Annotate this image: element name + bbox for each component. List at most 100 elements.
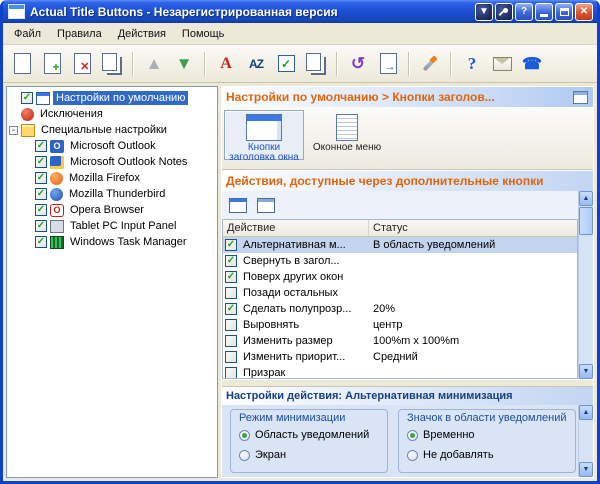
table-row[interactable]: ✓ Сделать полупрозр... 20% bbox=[223, 301, 577, 317]
firefox-icon bbox=[50, 171, 63, 185]
tree-checkbox[interactable]: ✓ bbox=[35, 156, 47, 168]
actions-scrollbar[interactable]: ▲ ▼ bbox=[578, 191, 593, 379]
table-row[interactable]: Изменить приорит... Средний bbox=[223, 349, 577, 365]
action-checkbox[interactable] bbox=[225, 367, 237, 378]
tree-checkbox[interactable]: ✓ bbox=[35, 172, 47, 184]
close-button[interactable]: ✕ bbox=[575, 2, 593, 21]
scroll-thumb[interactable] bbox=[579, 207, 593, 235]
menu-item-2[interactable]: Правила bbox=[49, 25, 110, 43]
window-controls: ▼? ✕ bbox=[473, 2, 593, 21]
status-cell: Средний bbox=[373, 351, 418, 363]
arrow-down-icon: ▼ bbox=[175, 53, 193, 73]
radio-option[interactable]: Временно bbox=[407, 425, 567, 445]
move-down-button[interactable]: ▼ bbox=[169, 49, 199, 79]
radio-button[interactable] bbox=[239, 429, 250, 441]
table-row[interactable]: Выровнять центр bbox=[223, 317, 577, 333]
action-checkbox[interactable]: ✓ bbox=[225, 255, 237, 267]
tree-expander bbox=[9, 94, 18, 103]
tree-item[interactable]: ✓ Tablet PC Input Panel bbox=[7, 218, 217, 234]
sheet-icon bbox=[13, 53, 31, 74]
table-row[interactable]: Призрак bbox=[223, 365, 577, 378]
scroll-down-button[interactable]: ▼ bbox=[579, 364, 593, 379]
tree-checkbox[interactable]: ✓ bbox=[35, 140, 47, 152]
radio-option[interactable]: Не добавлять bbox=[407, 445, 567, 465]
minimize-button[interactable] bbox=[535, 2, 553, 21]
add-rule-button[interactable]: + bbox=[37, 49, 67, 79]
tree-item[interactable]: ✓ O Microsoft Outlook bbox=[7, 138, 217, 154]
app-icon[interactable] bbox=[8, 4, 25, 19]
pin-button[interactable] bbox=[495, 2, 513, 21]
tree-checkbox[interactable]: ✓ bbox=[35, 236, 47, 248]
copy-settings-button[interactable] bbox=[301, 49, 331, 79]
apply-settings-button[interactable]: ✓ bbox=[271, 49, 301, 79]
help-button[interactable]: ? bbox=[457, 49, 487, 79]
table-row[interactable]: Изменить размер 100%m x 100%m bbox=[223, 333, 577, 349]
action-checkbox[interactable] bbox=[225, 319, 237, 331]
menu-item-3[interactable]: Действия bbox=[110, 25, 174, 43]
actions-table[interactable]: Действие Статус ✓ Альтернативная м... В обл… bbox=[222, 219, 578, 379]
tree-checkbox[interactable]: ✓ bbox=[35, 220, 47, 232]
table-row[interactable]: ✓ Поверх других окон bbox=[223, 269, 577, 285]
rules-tree[interactable]: ✓ Настройки по умолчанию Исключения - Специа… bbox=[6, 86, 218, 478]
tree-item-label: Mozilla Thunderbird bbox=[69, 188, 166, 200]
title-bar[interactable]: Actual Title Buttons - Незарегистрирован… bbox=[3, 0, 597, 23]
help-title-button[interactable]: ? bbox=[515, 2, 533, 21]
scroll-up-button[interactable]: ▲ bbox=[579, 405, 593, 420]
support-button[interactable]: ☎ bbox=[517, 49, 547, 79]
action-checkbox[interactable]: ✓ bbox=[225, 271, 237, 283]
undo-button[interactable]: ↺ bbox=[343, 49, 373, 79]
scroll-down-button[interactable]: ▼ bbox=[579, 462, 593, 477]
move-up-button[interactable]: ▲ bbox=[139, 49, 169, 79]
menu-item-4[interactable]: Помощь bbox=[174, 25, 233, 43]
radio-option[interactable]: Экран bbox=[239, 445, 379, 465]
panel-menu-button[interactable] bbox=[572, 90, 589, 105]
tab-window-menu[interactable]: Оконное меню bbox=[307, 110, 387, 160]
sort-az-button[interactable]: AZ bbox=[241, 49, 271, 79]
action-checkbox[interactable]: ✓ bbox=[225, 303, 237, 315]
breadcrumb: Настройки по умолчанию > Кнопки заголов.… bbox=[226, 90, 495, 104]
maximize-button[interactable] bbox=[555, 2, 573, 21]
action-checkbox[interactable] bbox=[225, 351, 237, 363]
tree-item[interactable]: ✓ Microsoft Outlook Notes bbox=[7, 154, 217, 170]
settings-scrollbar[interactable]: ▲ ▼ bbox=[578, 405, 593, 477]
column-header[interactable]: Статус bbox=[369, 220, 577, 236]
table-row[interactable]: Позади остальных bbox=[223, 285, 577, 301]
tree-item[interactable]: Исключения bbox=[7, 106, 217, 122]
table-row[interactable]: ✓ Альтернативная м... В область уведомлени… bbox=[223, 237, 577, 253]
tree-item[interactable]: ✓ Mozilla Thunderbird bbox=[7, 186, 217, 202]
export-button[interactable]: → bbox=[373, 49, 403, 79]
breadcrumb-bar: Настройки по умолчанию > Кнопки заголов.… bbox=[222, 87, 593, 107]
content-panel: Настройки по умолчанию > Кнопки заголов.… bbox=[221, 86, 594, 478]
menu-item-1[interactable]: Файл bbox=[6, 25, 49, 43]
radio-button[interactable] bbox=[239, 449, 250, 461]
feedback-button[interactable] bbox=[487, 49, 517, 79]
tree-checkbox[interactable]: ✓ bbox=[35, 188, 47, 200]
action-checkbox[interactable]: ✓ bbox=[225, 239, 237, 251]
action-settings-button[interactable] bbox=[226, 195, 250, 215]
copy-rule-button[interactable] bbox=[97, 49, 127, 79]
action-checkbox[interactable] bbox=[225, 287, 237, 299]
tree-item[interactable]: ✓ O Opera Browser bbox=[7, 202, 217, 218]
table-row[interactable]: ✓ Свернуть в загол... bbox=[223, 253, 577, 269]
radio-button[interactable] bbox=[407, 449, 418, 461]
tab-title-buttons[interactable]: Кнопки заголовка окна bbox=[224, 110, 304, 163]
tree-item[interactable]: - Специальные настройки bbox=[7, 122, 217, 138]
action-checkbox[interactable] bbox=[225, 335, 237, 347]
tree-item[interactable]: ✓ Windows Task Manager bbox=[7, 234, 217, 250]
radio-button[interactable] bbox=[407, 429, 418, 441]
tree-item[interactable]: ✓ Mozilla Firefox bbox=[7, 170, 217, 186]
tree-expander[interactable]: - bbox=[9, 125, 18, 135]
new-rule-button[interactable] bbox=[7, 49, 37, 79]
tree-item[interactable]: ✓ Настройки по умолчанию bbox=[7, 90, 217, 106]
splitter[interactable] bbox=[222, 379, 593, 387]
tree-checkbox[interactable]: ✓ bbox=[35, 204, 47, 216]
scroll-up-button[interactable]: ▲ bbox=[579, 191, 593, 206]
delete-rule-button[interactable]: ✕ bbox=[67, 49, 97, 79]
font-color-button[interactable]: A bbox=[211, 49, 241, 79]
options-button[interactable] bbox=[415, 49, 445, 79]
tree-checkbox[interactable]: ✓ bbox=[21, 92, 33, 104]
action-copy-button[interactable] bbox=[254, 195, 278, 215]
column-header[interactable]: Действие bbox=[223, 220, 369, 236]
roll-up-button[interactable]: ▼ bbox=[475, 2, 493, 21]
radio-option[interactable]: Область уведомлений bbox=[239, 425, 379, 445]
